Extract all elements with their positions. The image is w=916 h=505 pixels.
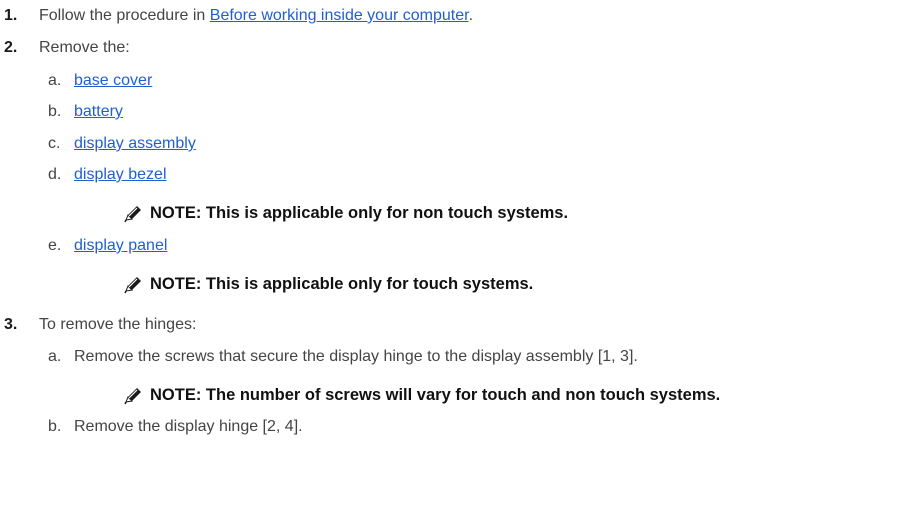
- item-letter: a.: [48, 72, 62, 89]
- base-cover-link[interactable]: base cover: [74, 71, 152, 91]
- item-text: Remove the screws that secure the displa…: [74, 348, 638, 365]
- step-text: Follow the procedure in Before working i…: [39, 7, 474, 24]
- note-pencil-icon: [124, 388, 141, 405]
- display-assembly-link[interactable]: display assembly: [74, 134, 196, 154]
- battery-link[interactable]: battery: [74, 102, 123, 122]
- step-number: 1.: [4, 7, 18, 24]
- step-text: Remove the:: [39, 39, 130, 56]
- display-bezel-link[interactable]: display bezel: [74, 165, 167, 185]
- step-text: To remove the hinges:: [39, 316, 197, 333]
- step-number: 2.: [4, 39, 18, 56]
- item-text: Remove the display hinge [2, 4].: [74, 418, 303, 435]
- item-letter: d.: [48, 166, 62, 183]
- before-working-link[interactable]: Before working inside your computer: [210, 7, 469, 24]
- note-text: NOTE: The number of screws will vary for…: [150, 386, 721, 404]
- item-letter: b.: [48, 103, 62, 120]
- note-text: NOTE: This is applicable only for non to…: [150, 204, 569, 222]
- item-letter: b.: [48, 418, 62, 435]
- step-number: 3.: [4, 316, 18, 333]
- item-letter: a.: [48, 348, 62, 365]
- note-pencil-icon: [124, 206, 141, 223]
- display-panel-link[interactable]: display panel: [74, 236, 167, 256]
- item-letter: c.: [48, 135, 61, 152]
- note-text: NOTE: This is applicable only for touch …: [150, 275, 534, 293]
- item-letter: e.: [48, 237, 62, 254]
- note-pencil-icon: [124, 277, 141, 294]
